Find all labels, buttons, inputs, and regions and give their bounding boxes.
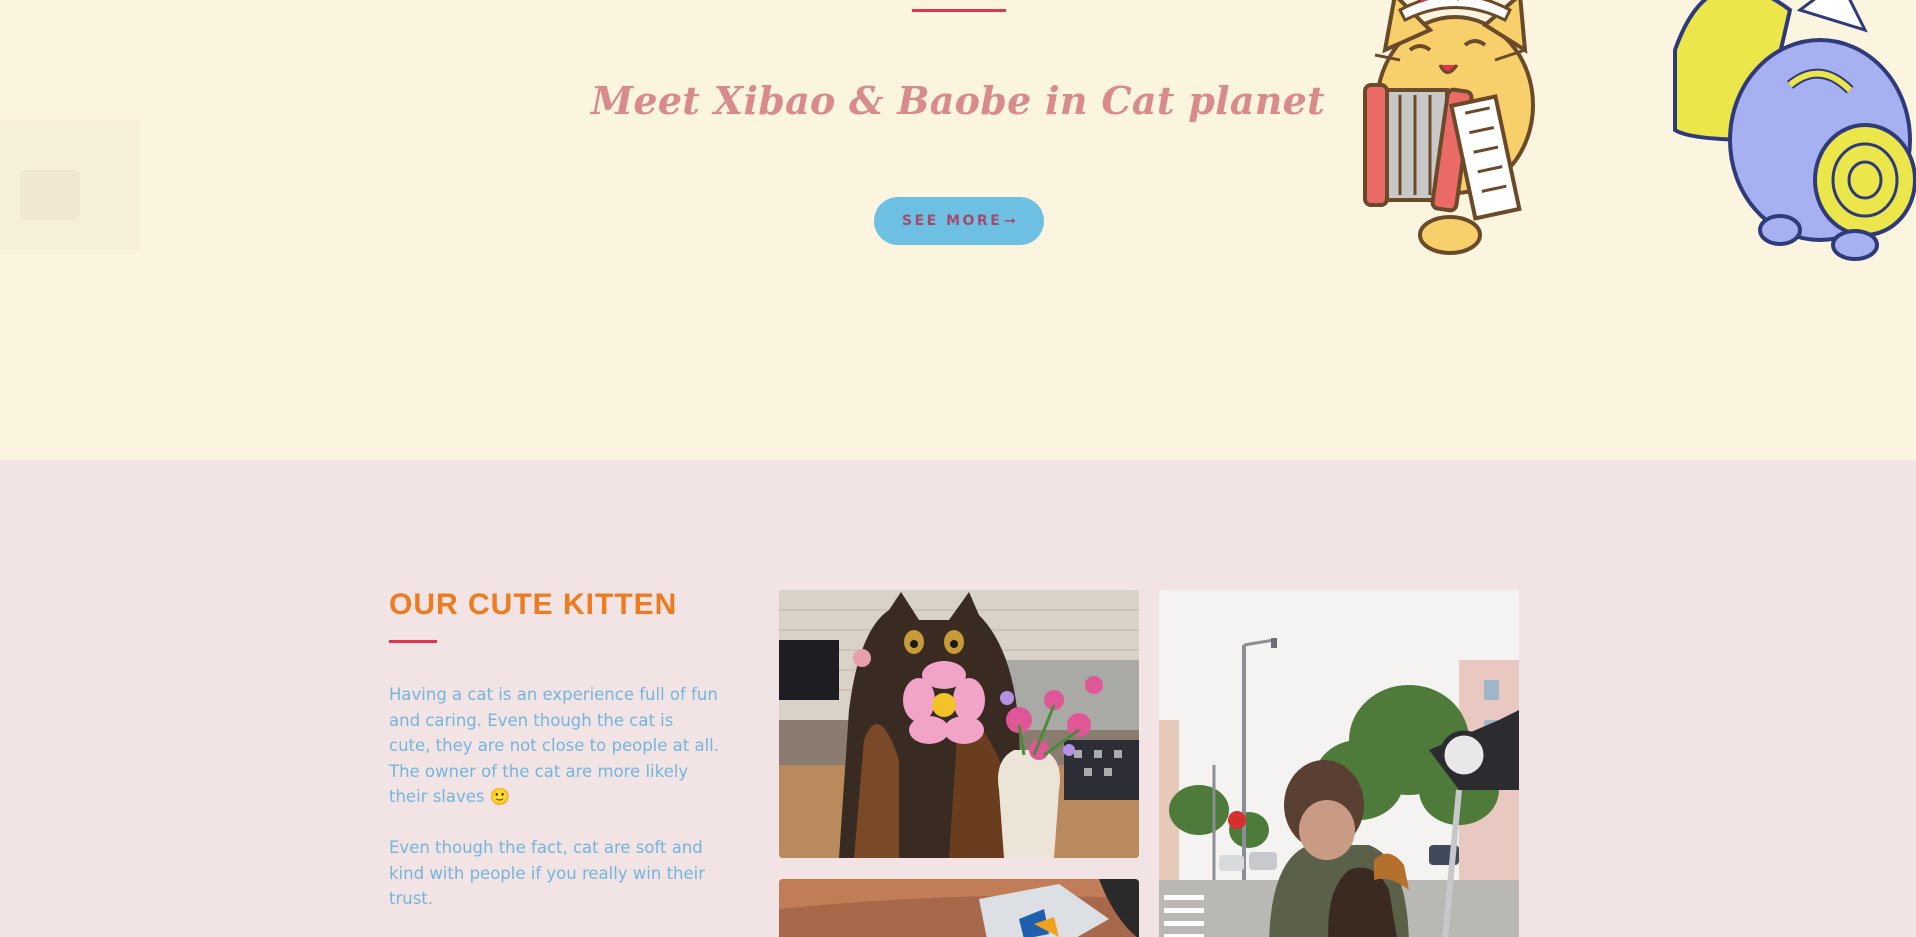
see-more-button[interactable]: SEE MORE ➞ [874,197,1044,245]
faded-background-image [0,120,140,250]
see-more-label: SEE MORE [902,213,1003,229]
cat-photo-bottom[interactable] [779,879,1139,937]
secondary-paragraph: Even though the fact, cat are soft and k… [389,838,706,908]
accordion-cat-illustration [1363,0,1535,255]
our-cute-kitten-section: OUR CUTE KITTEN Having a cat is an exper… [0,460,1916,937]
long-arrow-right-icon: ➞ [1004,213,1016,229]
section-heading: OUR CUTE KITTEN [389,588,678,621]
hero-title: Meet Xibao & Baobe in Cat planet [590,78,1325,123]
heading-underline [389,640,437,643]
hero-section: Meet Xibao & Baobe in Cat planet SEE MOR… [0,0,1916,460]
hero-divider-line [912,9,1006,12]
cat-with-flowers-photo[interactable] [779,590,1139,858]
intro-paragraph: Having a cat is an experience full of fu… [389,685,719,806]
tuba-cat-illustration [1673,0,1916,261]
street-cat-backpack-photo[interactable] [1159,590,1519,937]
